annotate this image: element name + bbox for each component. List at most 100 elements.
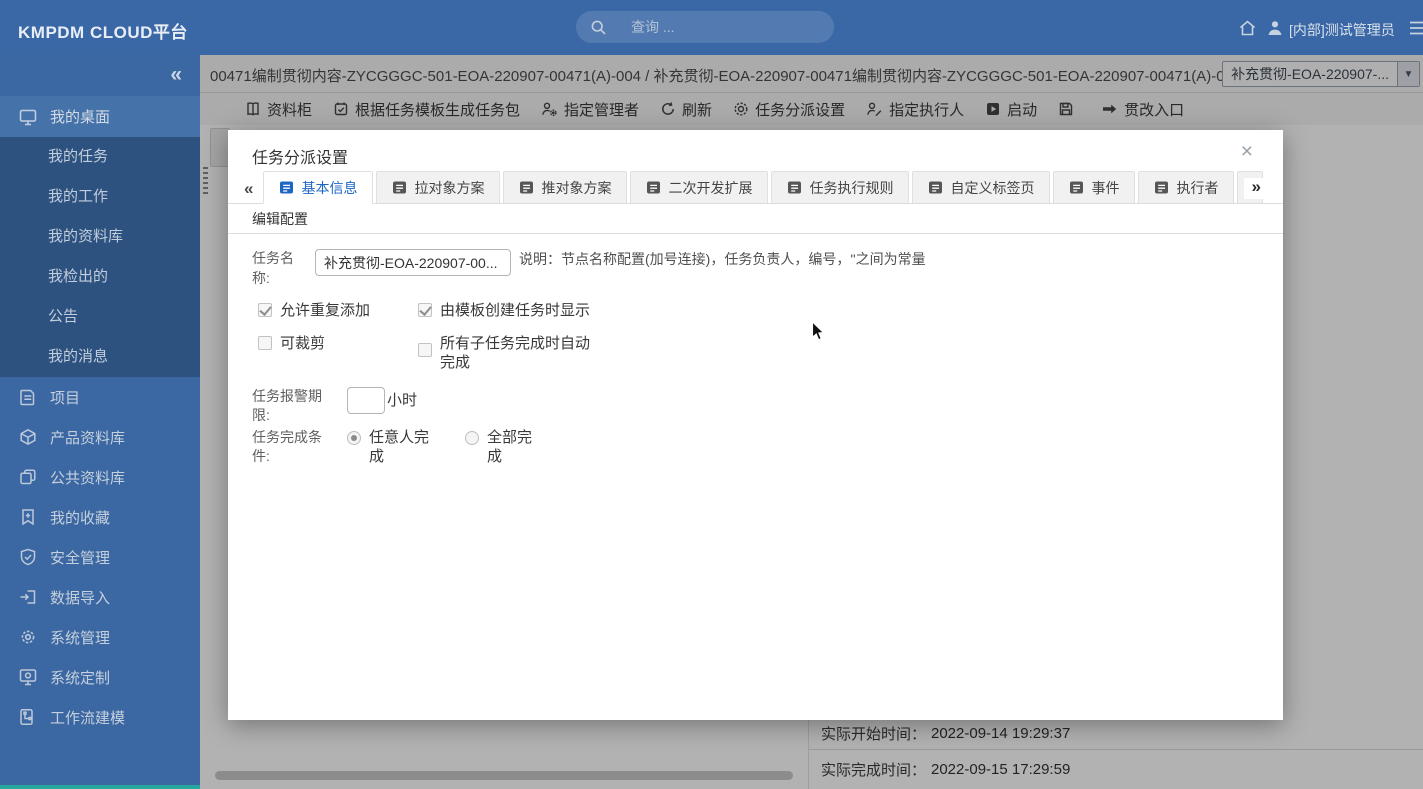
sidebar-bottom-accent-bar [0, 785, 200, 789]
sidebar-item-label: 安全管理 [50, 547, 110, 568]
tab-label: 执行者 [1176, 178, 1218, 198]
sidebar-item-label: 产品资料库 [50, 427, 125, 448]
workflow-icon [18, 707, 38, 727]
sidebar-item-my-desktop[interactable]: 我的桌面 [0, 96, 200, 137]
global-search[interactable] [576, 11, 834, 43]
tab-basic-info[interactable]: 基本信息 [263, 171, 373, 204]
system-custom-icon [18, 667, 38, 687]
product-library-icon [18, 427, 38, 447]
sidebar-item-projects[interactable]: 项目 [0, 377, 200, 417]
sidebar-item-label: 系统管理 [50, 627, 110, 648]
anyone-complete-radio[interactable]: 任意人完成 [347, 428, 431, 467]
sidebar-item-system-customization[interactable]: 系统定制 [0, 657, 200, 697]
tab-pull-object-scheme[interactable]: 拉对象方案 [376, 171, 500, 203]
auto-complete-subtasks-checkbox[interactable]: 所有子任务完成时自动完成 [418, 334, 598, 373]
user-icon[interactable] [1266, 19, 1284, 37]
tab-scroll-right-button[interactable]: » [1244, 178, 1265, 199]
search-input[interactable] [631, 19, 791, 35]
app-title: KMPDM CLOUD平台 [18, 18, 188, 43]
checkbox-label: 允许重复添加 [280, 301, 370, 321]
checkbox-label: 可裁剪 [280, 334, 325, 354]
sidebar-item-my-work[interactable]: 我的工作 [0, 177, 200, 217]
sidebar-item-security[interactable]: 安全管理 [0, 537, 200, 577]
dialog-title: 任务分派设置 [252, 144, 348, 168]
sidebar: « 我的桌面 我的任务 我的工作 我的资料库 我检出的 公告 我的消息 项目 产… [0, 55, 200, 785]
tab-task-execution-rules[interactable]: 任务执行规则 [771, 171, 909, 203]
checkbox-unchecked-icon[interactable] [418, 343, 432, 357]
current-user-label[interactable]: [内部]测试管理员 [1289, 20, 1395, 40]
sidebar-item-label: 数据导入 [50, 587, 110, 608]
tab-executors[interactable]: 执行者 [1138, 171, 1234, 203]
project-icon [18, 387, 38, 407]
sidebar-item-label: 系统定制 [50, 667, 110, 688]
sidebar-item-product-library[interactable]: 产品资料库 [0, 417, 200, 457]
task-name-label: 任务名称: [252, 249, 300, 288]
hamburger-menu-icon[interactable] [1409, 19, 1423, 37]
favorites-icon [18, 507, 38, 527]
tab-notebook-icon [646, 180, 661, 195]
sidebar-item-my-checkouts[interactable]: 我检出的 [0, 257, 200, 297]
public-library-icon [18, 467, 38, 487]
tab-secondary-development[interactable]: 二次开发扩展 [630, 171, 768, 203]
checkbox-checked-icon[interactable] [258, 303, 272, 317]
checkbox-unchecked-icon[interactable] [258, 336, 272, 350]
sidebar-item-system-management[interactable]: 系统管理 [0, 617, 200, 657]
tab-label: 二次开发扩展 [668, 178, 752, 198]
top-header: KMPDM CLOUD平台 [内部]测试管理员 [0, 0, 1423, 55]
trimmable-checkbox[interactable]: 可裁剪 [258, 334, 325, 354]
task-name-hint: 说明：节点名称配置(加号连接)，任务负责人，编号，''之间为常量 [519, 249, 933, 269]
alarm-period-input[interactable] [347, 387, 385, 414]
gear-icon [18, 627, 38, 647]
allow-duplicate-add-checkbox[interactable]: 允许重复添加 [258, 301, 370, 321]
sidebar-item-public-library[interactable]: 公共资料库 [0, 457, 200, 497]
sidebar-item-data-import[interactable]: 数据导入 [0, 577, 200, 617]
show-on-template-create-checkbox[interactable]: 由模板创建任务时显示 [418, 301, 590, 321]
tab-events[interactable]: 事件 [1053, 171, 1135, 203]
radio-label: 任意人完成 [369, 428, 431, 467]
tab-label: 推对象方案 [541, 178, 611, 198]
sidebar-item-favorites[interactable]: 我的收藏 [0, 497, 200, 537]
sidebar-item-label: 工作流建模 [50, 707, 125, 728]
tab-scroll-left-button[interactable]: « [244, 180, 253, 197]
tab-notebook-icon [392, 180, 407, 195]
sidebar-item-label: 我的桌面 [50, 106, 110, 127]
sidebar-item-my-tasks[interactable]: 我的任务 [0, 137, 200, 177]
radio-unselected-icon[interactable] [465, 431, 479, 445]
tab-notebook-icon [519, 180, 534, 195]
checkbox-label: 由模板创建任务时显示 [440, 301, 590, 321]
all-complete-radio[interactable]: 全部完成 [465, 428, 535, 467]
radio-selected-icon[interactable] [347, 431, 361, 445]
sidebar-collapse-button[interactable]: « [170, 63, 182, 87]
tab-custom-tab-page[interactable]: 自定义标签页 [912, 171, 1050, 203]
task-name-input[interactable] [315, 249, 511, 276]
tab-push-object-scheme[interactable]: 推对象方案 [503, 171, 627, 203]
alarm-unit-label: 小时 [387, 387, 417, 414]
tab-label: 基本信息 [301, 178, 357, 198]
checkbox-row-2: 可裁剪 所有子任务完成时自动完成 [252, 334, 1259, 373]
tab-label: 自定义标签页 [950, 178, 1034, 198]
tab-label: 拉对象方案 [414, 178, 484, 198]
checkbox-label: 所有子任务完成时自动完成 [440, 334, 598, 373]
sidebar-main-menu: 项目 产品资料库 公共资料库 我的收藏 安全管理 数据导入 系统管理 系统定制 [0, 377, 200, 737]
sidebar-item-workflow-modeling[interactable]: 工作流建模 [0, 697, 200, 737]
sidebar-submenu: 我的任务 我的工作 我的资料库 我检出的 公告 我的消息 [0, 137, 200, 377]
data-import-icon [18, 587, 38, 607]
tab-notebook-icon [1154, 180, 1169, 195]
checkbox-checked-icon[interactable] [418, 303, 432, 317]
home-icon[interactable] [1238, 19, 1257, 37]
sidebar-item-my-messages[interactable]: 我的消息 [0, 337, 200, 377]
close-icon[interactable]: × [1241, 141, 1253, 162]
task-dispatch-settings-dialog: 任务分派设置 × « 基本信息 拉对象方案 推对象方案 二次开发扩展 任务执行规… [228, 130, 1283, 720]
dialog-subtab-row: 编辑配置 [228, 204, 1283, 234]
subtab-edit-config[interactable]: 编辑配置 [252, 209, 308, 229]
tab-notebook-icon [279, 180, 294, 195]
sidebar-item-announcements[interactable]: 公告 [0, 297, 200, 337]
task-name-row: 任务名称: 说明：节点名称配置(加号连接)，任务负责人，编号，''之间为常量 [252, 249, 1259, 288]
sidebar-item-label: 我的收藏 [50, 507, 110, 528]
sidebar-item-my-library[interactable]: 我的资料库 [0, 217, 200, 257]
sidebar-item-label: 项目 [50, 387, 80, 408]
desktop-icon [18, 107, 38, 127]
alarm-period-row: 任务报警期限: 小时 [252, 387, 1259, 426]
dialog-tab-bar: « 基本信息 拉对象方案 推对象方案 二次开发扩展 任务执行规则 自定义标签页 … [228, 171, 1283, 204]
completion-condition-row: 任务完成条件: 任意人完成 全部完成 [252, 428, 1259, 467]
